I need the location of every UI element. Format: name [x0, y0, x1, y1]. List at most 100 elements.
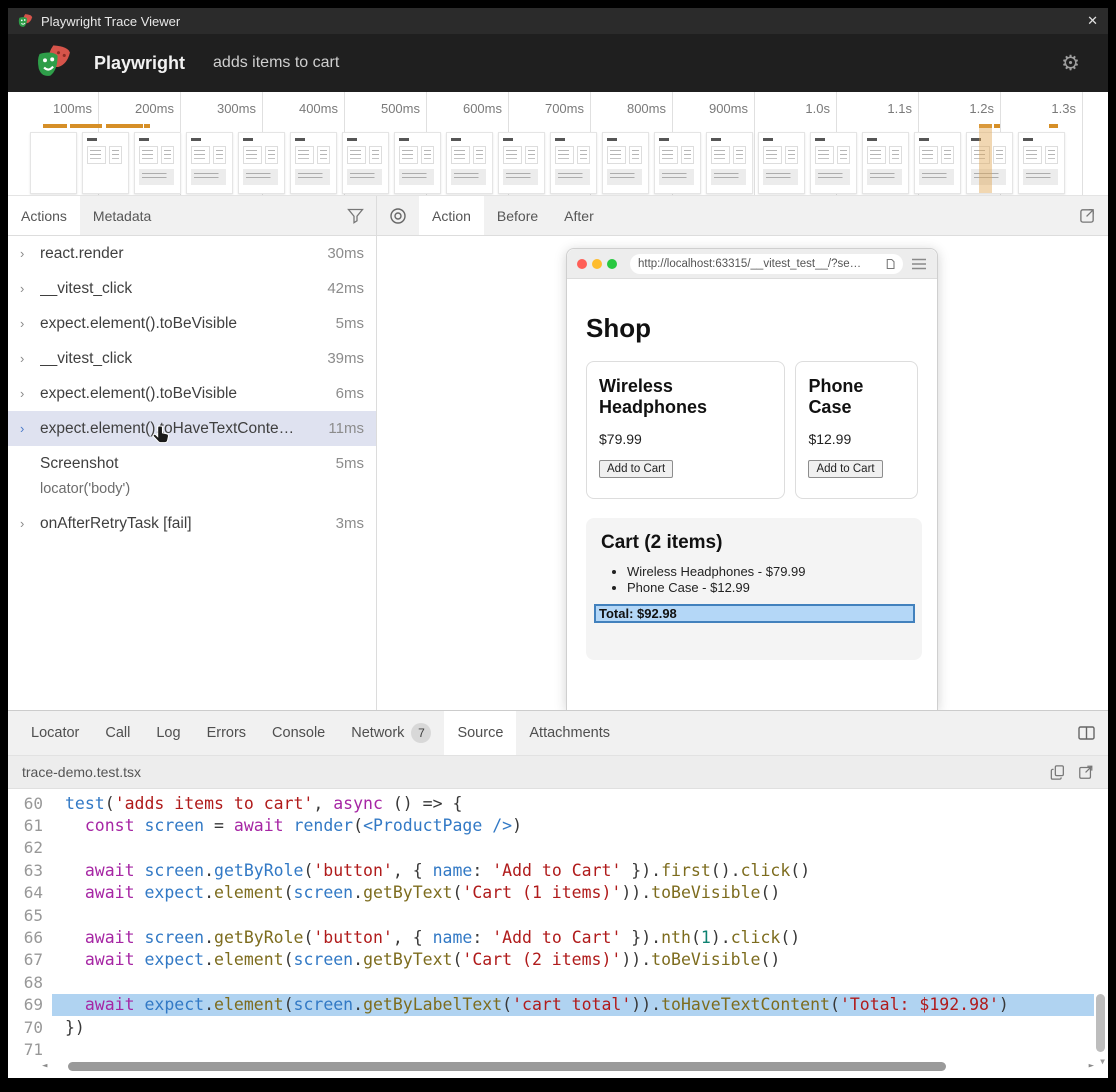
chevron-right-icon: ›	[20, 386, 40, 401]
action-duration: 5ms	[336, 315, 364, 332]
scroll-left-icon[interactable]: ◄	[42, 1061, 47, 1071]
filmstrip-thumbnail[interactable]	[238, 132, 285, 194]
tab-before[interactable]: Before	[484, 196, 551, 235]
timeline[interactable]: 100ms200ms300ms400ms500ms600ms700ms800ms…	[8, 92, 1108, 196]
action-row[interactable]: ›react.render30ms	[8, 236, 376, 271]
add-to-cart-button[interactable]: Add to Cart	[599, 460, 673, 478]
address-bar[interactable]: http://localhost:63315/__vitest_test__/?…	[630, 254, 903, 274]
action-label: expect.element().toHaveTextConte…	[40, 420, 320, 438]
source-line: 68	[8, 971, 1108, 993]
action-label: onAfterRetryTask [fail]	[40, 515, 328, 533]
line-number: 65	[8, 906, 52, 925]
cart-title: Cart (2 items)	[601, 532, 907, 554]
hamburger-menu-icon[interactable]	[911, 258, 927, 270]
filmstrip-thumbnail[interactable]	[134, 132, 181, 194]
filmstrip-thumbnail[interactable]	[862, 132, 909, 194]
filmstrip-thumbnail[interactable]	[550, 132, 597, 194]
scroll-down-icon[interactable]: ▼	[1100, 1057, 1105, 1066]
filmstrip-thumbnail[interactable]	[602, 132, 649, 194]
tab-actions[interactable]: Actions	[8, 196, 80, 235]
filmstrip-thumbnail[interactable]	[446, 132, 493, 194]
filmstrip-thumbnail[interactable]	[30, 132, 77, 194]
filmstrip-thumbnail[interactable]	[810, 132, 857, 194]
tab-attachments[interactable]: Attachments	[516, 711, 623, 755]
filmstrip-thumbnail[interactable]	[758, 132, 805, 194]
timeline-tick-label: 600ms	[432, 101, 502, 116]
snapshot-body: http://localhost:63315/__vitest_test__/?…	[377, 236, 1108, 710]
action-duration-bar	[70, 124, 102, 128]
snapshot-browser-window: http://localhost:63315/__vitest_test__/?…	[566, 248, 938, 710]
gear-icon[interactable]: ⚙	[1061, 51, 1080, 76]
filmstrip-thumbnail[interactable]	[914, 132, 961, 194]
tab-console[interactable]: Console	[259, 711, 338, 755]
close-icon[interactable]: ✕	[1087, 13, 1098, 29]
filmstrip-thumbnail[interactable]	[498, 132, 545, 194]
split-view-icon[interactable]	[1065, 711, 1108, 755]
action-duration-bar	[106, 124, 143, 128]
tab-label: Call	[105, 725, 130, 741]
timeline-selected-range	[979, 124, 992, 193]
window-title: Playwright Trace Viewer	[41, 14, 1087, 29]
tab-metadata[interactable]: Metadata	[80, 196, 164, 235]
timeline-tick-label: 500ms	[350, 101, 420, 116]
line-number: 71	[8, 1040, 52, 1059]
action-locator: locator('body')	[8, 481, 376, 506]
filmstrip-thumbnail[interactable]	[706, 132, 753, 194]
action-row[interactable]: ›__vitest_click39ms	[8, 341, 376, 376]
filmstrip-thumbnail[interactable]	[394, 132, 441, 194]
filmstrip-thumbnail[interactable]	[290, 132, 337, 194]
line-code	[52, 904, 1094, 926]
tab-log[interactable]: Log	[143, 711, 193, 755]
line-number: 67	[8, 950, 52, 969]
action-row[interactable]: ›expect.element().toHaveTextConte…11ms	[8, 411, 376, 446]
timeline-tick-label: 900ms	[678, 101, 748, 116]
action-row[interactable]: ›onAfterRetryTask [fail]3ms	[8, 506, 376, 541]
trace-viewer-window: Playwright Trace Viewer ✕ Playwright add…	[8, 8, 1108, 1078]
filmstrip-thumbnail[interactable]	[342, 132, 389, 194]
open-snapshot-external-icon[interactable]	[1067, 196, 1108, 235]
action-row[interactable]: ›expect.element().toBeVisible5ms	[8, 306, 376, 341]
snapshot-page: Shop Wireless Headphones$79.99Add to Car…	[567, 279, 937, 710]
action-row[interactable]: ›expect.element().toBeVisible6ms	[8, 376, 376, 411]
timeline-tick-label: 1.3s	[1006, 101, 1076, 116]
tab-call[interactable]: Call	[92, 711, 143, 755]
horizontal-scrollbar[interactable]: ◄►	[54, 1061, 1082, 1072]
copy-source-icon[interactable]	[1050, 764, 1066, 781]
line-code: })	[52, 1016, 1094, 1038]
line-code: await expect.element(screen.getByLabelTe…	[52, 994, 1094, 1016]
filmstrip-thumbnail[interactable]	[186, 132, 233, 194]
tab-network[interactable]: Network7	[338, 711, 444, 755]
cart-items-list: Wireless Headphones - $79.99Phone Case -…	[601, 564, 907, 595]
source-filename: trace-demo.test.tsx	[22, 764, 1038, 780]
pick-locator-icon[interactable]	[377, 196, 419, 235]
line-number: 70	[8, 1018, 52, 1037]
scroll-right-icon[interactable]: ►	[1089, 1061, 1094, 1071]
filmstrip-thumbnail[interactable]	[654, 132, 701, 194]
source-line: 61 const screen = await render(<ProductP…	[8, 814, 1108, 836]
line-code	[52, 971, 1094, 993]
tab-locator[interactable]: Locator	[18, 711, 92, 755]
action-row[interactable]: Screenshot5ms	[8, 446, 376, 481]
tab-source[interactable]: Source	[444, 711, 516, 755]
filmstrip-thumbnail[interactable]	[1018, 132, 1065, 194]
open-external-icon[interactable]	[1078, 764, 1094, 780]
action-row[interactable]: ›__vitest_click42ms	[8, 271, 376, 306]
window-titlebar: Playwright Trace Viewer ✕	[8, 8, 1108, 34]
tab-after[interactable]: After	[551, 196, 607, 235]
filmstrip-thumbnail[interactable]	[82, 132, 129, 194]
page-url: http://localhost:63315/__vitest_test__/?…	[638, 258, 884, 270]
tab-action[interactable]: Action	[419, 196, 484, 235]
snapshot-tabstrip: ActionBeforeAfter	[377, 196, 1108, 236]
product-price: $12.99	[808, 431, 905, 447]
copy-url-icon[interactable]	[884, 258, 895, 270]
actions-tabstrip: ActionsMetadata	[8, 196, 376, 236]
filter-icon[interactable]	[335, 196, 376, 235]
line-number: 69	[8, 995, 52, 1014]
add-to-cart-button[interactable]: Add to Cart	[808, 460, 882, 478]
source-code-view[interactable]: 60test('adds items to cart', async () =>…	[8, 789, 1108, 1078]
line-code: const screen = await render(<ProductPage…	[52, 814, 1094, 836]
playwright-masks-icon	[18, 14, 33, 29]
vertical-scrollbar-thumb[interactable]	[1096, 994, 1105, 1052]
tab-errors[interactable]: Errors	[194, 711, 259, 755]
scrollbar-thumb[interactable]	[68, 1062, 946, 1071]
